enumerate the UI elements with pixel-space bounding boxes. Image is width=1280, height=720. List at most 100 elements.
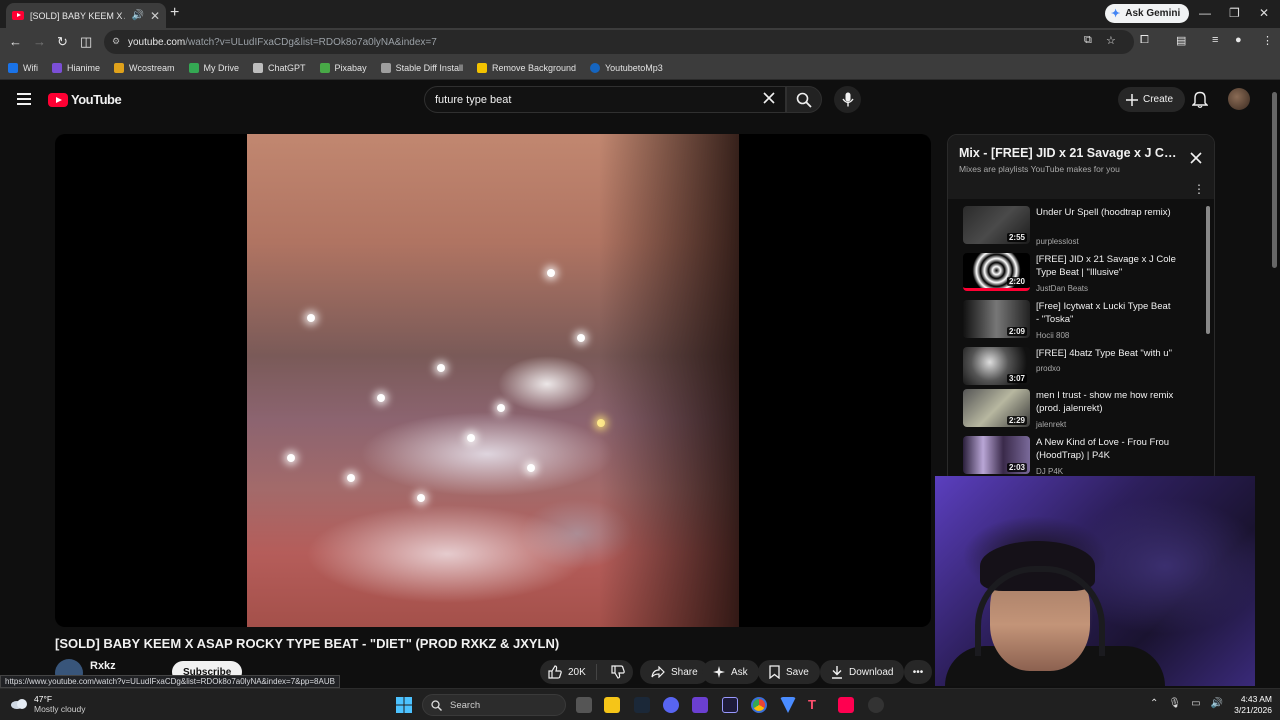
- premiere-icon[interactable]: [722, 697, 738, 713]
- bookmark-label: My Drive: [203, 62, 240, 73]
- playlist-item[interactable]: 2:29 men I trust - show me how remix (pr…: [963, 389, 1203, 433]
- youtube-logo[interactable]: YouTube: [48, 92, 122, 107]
- playlist-item-title: A New Kind of Love - Frou Frou (HoodTrap…: [1036, 437, 1170, 461]
- media-control-icon[interactable]: ▤: [1176, 34, 1186, 47]
- voice-search-button[interactable]: [834, 86, 861, 113]
- bookmark-star-icon[interactable]: ☆: [1106, 34, 1116, 47]
- channel-name[interactable]: Rxkz: [90, 660, 116, 672]
- download-button[interactable]: Download: [820, 660, 905, 684]
- taskbar-clock[interactable]: 4:43 AM 3/21/2026: [1224, 694, 1272, 716]
- search-icon: [431, 699, 442, 711]
- bookmark-wcostream[interactable]: Wcostream: [114, 62, 175, 73]
- save-button[interactable]: Save: [758, 660, 820, 684]
- minimize-icon[interactable]: —: [1199, 6, 1211, 20]
- playlist-item[interactable]: 2:03 A New Kind of Love - Frou Frou (Hoo…: [963, 436, 1203, 480]
- browser-tab[interactable]: [SOLD] BABY KEEM X ASAP 🔊 ✕: [6, 3, 166, 28]
- speaker-icon[interactable]: 🔊: [131, 10, 143, 21]
- plus-icon: [1126, 93, 1138, 106]
- dislike-button[interactable]: [603, 665, 625, 679]
- app-grid-icon[interactable]: [692, 697, 708, 713]
- start-button[interactable]: [396, 697, 412, 713]
- close-window-icon[interactable]: ✕: [1259, 6, 1269, 20]
- microphone-icon: [841, 92, 854, 107]
- close-tab-icon[interactable]: ✕: [150, 9, 160, 23]
- notifications-bell-icon[interactable]: [1192, 90, 1208, 108]
- playlist-item[interactable]: 3:07 [FREE] 4batz Type Beat "with u" pro…: [963, 347, 1203, 391]
- bookmark-wifi[interactable]: Wifi: [8, 62, 38, 73]
- playlist-item[interactable]: 2:20 [FREE] JID x 21 Savage x J Cole Typ…: [963, 253, 1203, 297]
- youtubetomp3-bookmark-icon: [590, 62, 600, 73]
- playlist-item-title: [FREE] 4batz Type Beat "with u": [1036, 348, 1172, 359]
- share-label: Share: [671, 666, 698, 678]
- taskbar-search[interactable]: Search: [422, 694, 566, 716]
- extensions-icon[interactable]: ⧠: [1140, 34, 1149, 47]
- wifi-bookmark-icon: [8, 62, 18, 73]
- vpn-icon[interactable]: [780, 697, 796, 713]
- bookmark-hianime[interactable]: Hianime: [52, 62, 100, 73]
- playlist-item-channel: prodxo: [1036, 364, 1061, 373]
- gemini-icon: ✦: [1111, 8, 1121, 20]
- tab-title: [SOLD] BABY KEEM X ASAP: [30, 10, 125, 21]
- page-scrollbar[interactable]: [1270, 80, 1280, 688]
- playlist-title[interactable]: Mix - [FREE] JID x 21 Savage x J Cole...: [959, 146, 1181, 160]
- playlist-item[interactable]: 2:09 [Free] Icytwat x Lucki Type Beat - …: [963, 300, 1203, 344]
- share-button[interactable]: Share: [640, 660, 709, 684]
- playlist-scrollbar[interactable]: [1206, 206, 1210, 334]
- split-view-icon[interactable]: ◫: [80, 34, 92, 50]
- ask-gemini-button[interactable]: ✦ Ask Gemini: [1105, 4, 1190, 23]
- forward-icon[interactable]: →: [33, 34, 46, 49]
- steam-icon[interactable]: [634, 697, 650, 713]
- clear-search-icon[interactable]: [762, 91, 776, 105]
- search-input[interactable]: future type beat: [424, 86, 786, 113]
- playlist-item-channel: DJ P4K: [1036, 467, 1064, 476]
- clock-time: 4:43 AM: [1240, 694, 1272, 704]
- playlist-more-icon[interactable]: ⋮: [1193, 182, 1205, 196]
- bookmark-pixabay[interactable]: Pixabay: [319, 62, 367, 73]
- search-button[interactable]: [786, 86, 822, 113]
- network-icon[interactable]: ▭: [1191, 698, 1200, 709]
- playlist-thumbnail: 2:20: [963, 253, 1030, 291]
- playlist-item-channel: jalenrekt: [1036, 420, 1067, 429]
- volume-icon[interactable]: 🔊: [1211, 698, 1223, 709]
- restore-icon[interactable]: ❐: [1229, 6, 1240, 20]
- create-button[interactable]: Create: [1118, 87, 1186, 112]
- back-icon[interactable]: ←: [9, 34, 22, 49]
- reload-icon[interactable]: ↻: [57, 34, 68, 50]
- browser-toolbar: ← → ↻ ◫ ⚙ youtube.com/watch?v=ULudIFxaCD…: [0, 28, 1280, 56]
- chrome-icon[interactable]: [751, 697, 767, 713]
- bookmark-youtubetomp3[interactable]: YoutubetoMp3: [590, 62, 663, 73]
- misc-app-icon[interactable]: [868, 697, 884, 713]
- bookmark-remove-background[interactable]: Remove Background: [476, 62, 576, 73]
- file-explorer-icon[interactable]: [604, 697, 620, 713]
- bookmark-stable-diff[interactable]: Stable Diff Install: [380, 62, 463, 73]
- playlist-subtitle: Mixes are playlists YouTube makes for yo…: [959, 164, 1120, 174]
- discord-icon[interactable]: [663, 697, 679, 713]
- ask-label: Ask: [731, 666, 748, 678]
- bookmark-my-drive[interactable]: My Drive: [188, 62, 240, 73]
- reading-list-icon[interactable]: ≡: [1212, 34, 1218, 46]
- tiktok-icon[interactable]: [838, 697, 854, 713]
- address-bar[interactable]: ⚙ youtube.com/watch?v=ULudIFxaCDg&list=R…: [104, 30, 1134, 54]
- hamburger-menu-icon[interactable]: [17, 93, 31, 105]
- site-info-icon[interactable]: ⚙: [112, 36, 124, 48]
- text-app-icon[interactable]: T: [808, 697, 824, 713]
- browser-menu-icon[interactable]: ⋮: [1262, 34, 1273, 47]
- account-avatar[interactable]: [1228, 88, 1250, 110]
- install-app-icon[interactable]: ⧉: [1084, 34, 1092, 47]
- bookmark-label: Stable Diff Install: [395, 62, 463, 73]
- tray-chevron-icon[interactable]: ⌃: [1150, 698, 1158, 709]
- new-tab-icon[interactable]: +: [170, 4, 179, 22]
- weather-widget[interactable]: 47°F Mostly cloudy: [10, 694, 86, 714]
- microphone-tray-icon[interactable]: 🎙: [1168, 698, 1181, 709]
- playlist-item[interactable]: 2:55 Under Ur Spell (hoodtrap remix) pur…: [963, 206, 1203, 250]
- task-view-icon[interactable]: [576, 697, 592, 713]
- profile-icon[interactable]: ●: [1235, 34, 1242, 46]
- save-label: Save: [786, 666, 809, 678]
- close-playlist-icon[interactable]: [1190, 152, 1202, 164]
- video-frame[interactable]: [247, 134, 739, 627]
- more-actions-button[interactable]: •••: [904, 660, 932, 684]
- video-player[interactable]: [55, 134, 931, 627]
- like-button[interactable]: 20K: [540, 664, 597, 680]
- ask-button[interactable]: Ask: [702, 660, 759, 684]
- bookmark-chatgpt[interactable]: ChatGPT: [253, 62, 306, 73]
